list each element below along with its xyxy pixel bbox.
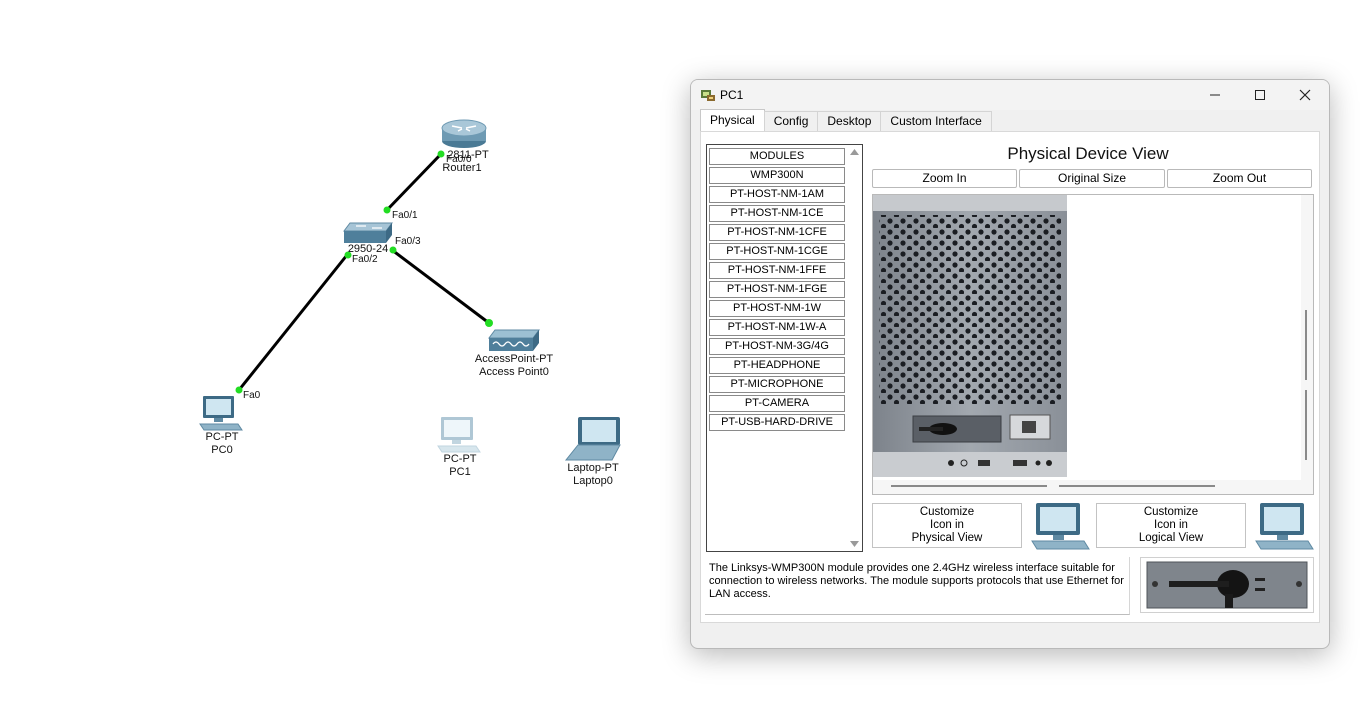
pc-app-icon (701, 90, 715, 101)
module-description: The Linksys-WMP300N module provides one … (705, 557, 1130, 615)
title-bar[interactable]: PC1 (691, 80, 1329, 110)
zoom-out-button[interactable]: Zoom Out (1167, 169, 1312, 188)
module-item[interactable]: PT-HOST-NM-1CE (709, 205, 845, 222)
module-item[interactable]: WMP300N (709, 167, 845, 184)
router-icon (441, 119, 487, 148)
pc-preview-icon (1031, 503, 1090, 550)
tab-config[interactable]: Config (763, 111, 819, 131)
ap-name-label: Access Point0 (479, 366, 549, 378)
module-item[interactable]: PT-HOST-NM-1CFE (709, 224, 845, 241)
module-list-header[interactable]: MODULES (709, 148, 845, 165)
pc-preview-icon (1255, 503, 1314, 550)
scroll-down-icon (850, 541, 859, 547)
module-item[interactable]: PT-HEADPHONE (709, 357, 845, 374)
customize-label: Icon in (1154, 519, 1188, 531)
customize-logical-icon-button[interactable]: Customize Icon in Logical View (1096, 503, 1246, 548)
access-point-icon (488, 329, 540, 351)
ap-model-label: AccessPoint-PT (474, 353, 554, 365)
module-item[interactable]: PT-HOST-NM-1FFE (709, 262, 845, 279)
minimize-icon (1210, 94, 1220, 96)
close-button[interactable] (1282, 80, 1328, 110)
original-size-button[interactable]: Original Size (1019, 169, 1165, 188)
module-item[interactable]: PT-HOST-NM-1AM (709, 186, 845, 203)
pc1-name-label: PC1 (449, 466, 471, 478)
module-item[interactable]: PT-HOST-NM-1CGE (709, 243, 845, 260)
pc1-icon (437, 417, 481, 453)
laptop-name-label: Laptop0 (573, 475, 613, 487)
module-list[interactable]: MODULES WMP300N PT-HOST-NM-1AM PT-HOST-N… (706, 144, 863, 552)
pc-chassis-image (873, 195, 1313, 494)
link-status-dot (383, 206, 391, 214)
customize-physical-icon-button[interactable]: Customize Icon in Physical View (872, 503, 1022, 548)
topology-canvas[interactable]: 2811-PT Router1 2950-24 AccessPoint-PT A… (0, 0, 690, 702)
module-item[interactable]: PT-HOST-NM-1FGE (709, 281, 845, 298)
maximize-icon (1255, 90, 1265, 100)
physical-panel: MODULES WMP300N PT-HOST-NM-1AM PT-HOST-N… (700, 131, 1320, 623)
port-label: Fa0 (243, 390, 261, 401)
port-label: Fa0/1 (392, 210, 418, 221)
pc1-model-label: PC-PT (443, 453, 477, 465)
module-item[interactable]: PT-HOST-NM-1W (709, 300, 845, 317)
laptop-model-label: Laptop-PT (567, 462, 619, 474)
module-item[interactable]: PT-USB-HARD-DRIVE (709, 414, 845, 431)
switch-icon (343, 222, 393, 243)
pc0-name-label: PC0 (211, 444, 233, 456)
link-switch-ap (391, 248, 490, 325)
link-switch-pc0 (237, 254, 349, 391)
zoom-in-button[interactable]: Zoom In (872, 169, 1017, 188)
scrollbar-arrows (850, 149, 859, 547)
port-label: Fa0/2 (352, 254, 378, 265)
customize-label: Icon in (930, 519, 964, 531)
customize-label: Logical View (1138, 532, 1204, 544)
port-label: Fa0/0 (446, 154, 472, 165)
topology-links (199, 119, 621, 461)
pc0-model-label: PC-PT (205, 431, 239, 443)
pc0-icon (199, 396, 243, 431)
link-status-dot (485, 319, 493, 327)
physical-device-view[interactable] (872, 194, 1314, 495)
module-item[interactable]: PT-HOST-NM-3G/4G (709, 338, 845, 355)
close-icon (1299, 89, 1311, 101)
module-thumbnail (1140, 557, 1314, 613)
customize-label: Customize (919, 506, 975, 518)
physical-view-title: Physical Device View (1007, 144, 1169, 163)
device-config-window[interactable]: PC1 Physical Config Desktop Custom Inter… (690, 79, 1330, 649)
tab-bar: Physical Config Desktop Custom Interface (700, 109, 992, 131)
tab-custom-interface[interactable]: Custom Interface (880, 111, 992, 131)
tab-desktop[interactable]: Desktop (817, 111, 882, 131)
module-list-scrollbar[interactable] (847, 145, 862, 551)
module-item[interactable]: PT-MICROPHONE (709, 376, 845, 393)
minimize-button[interactable] (1192, 80, 1238, 110)
maximize-button[interactable] (1237, 80, 1283, 110)
customize-label: Customize (1143, 506, 1199, 518)
window-title: PC1 (720, 88, 744, 102)
module-item[interactable]: PT-HOST-NM-1W-A (709, 319, 845, 336)
customize-label: Physical View (911, 532, 983, 544)
scroll-up-icon (850, 149, 859, 155)
module-item[interactable]: PT-CAMERA (709, 395, 845, 412)
port-label: Fa0/3 (395, 236, 421, 247)
link-status-dot (235, 386, 243, 394)
laptop-icon (564, 417, 621, 461)
tab-physical[interactable]: Physical (700, 109, 765, 131)
wmp300n-module-image (1146, 561, 1308, 609)
